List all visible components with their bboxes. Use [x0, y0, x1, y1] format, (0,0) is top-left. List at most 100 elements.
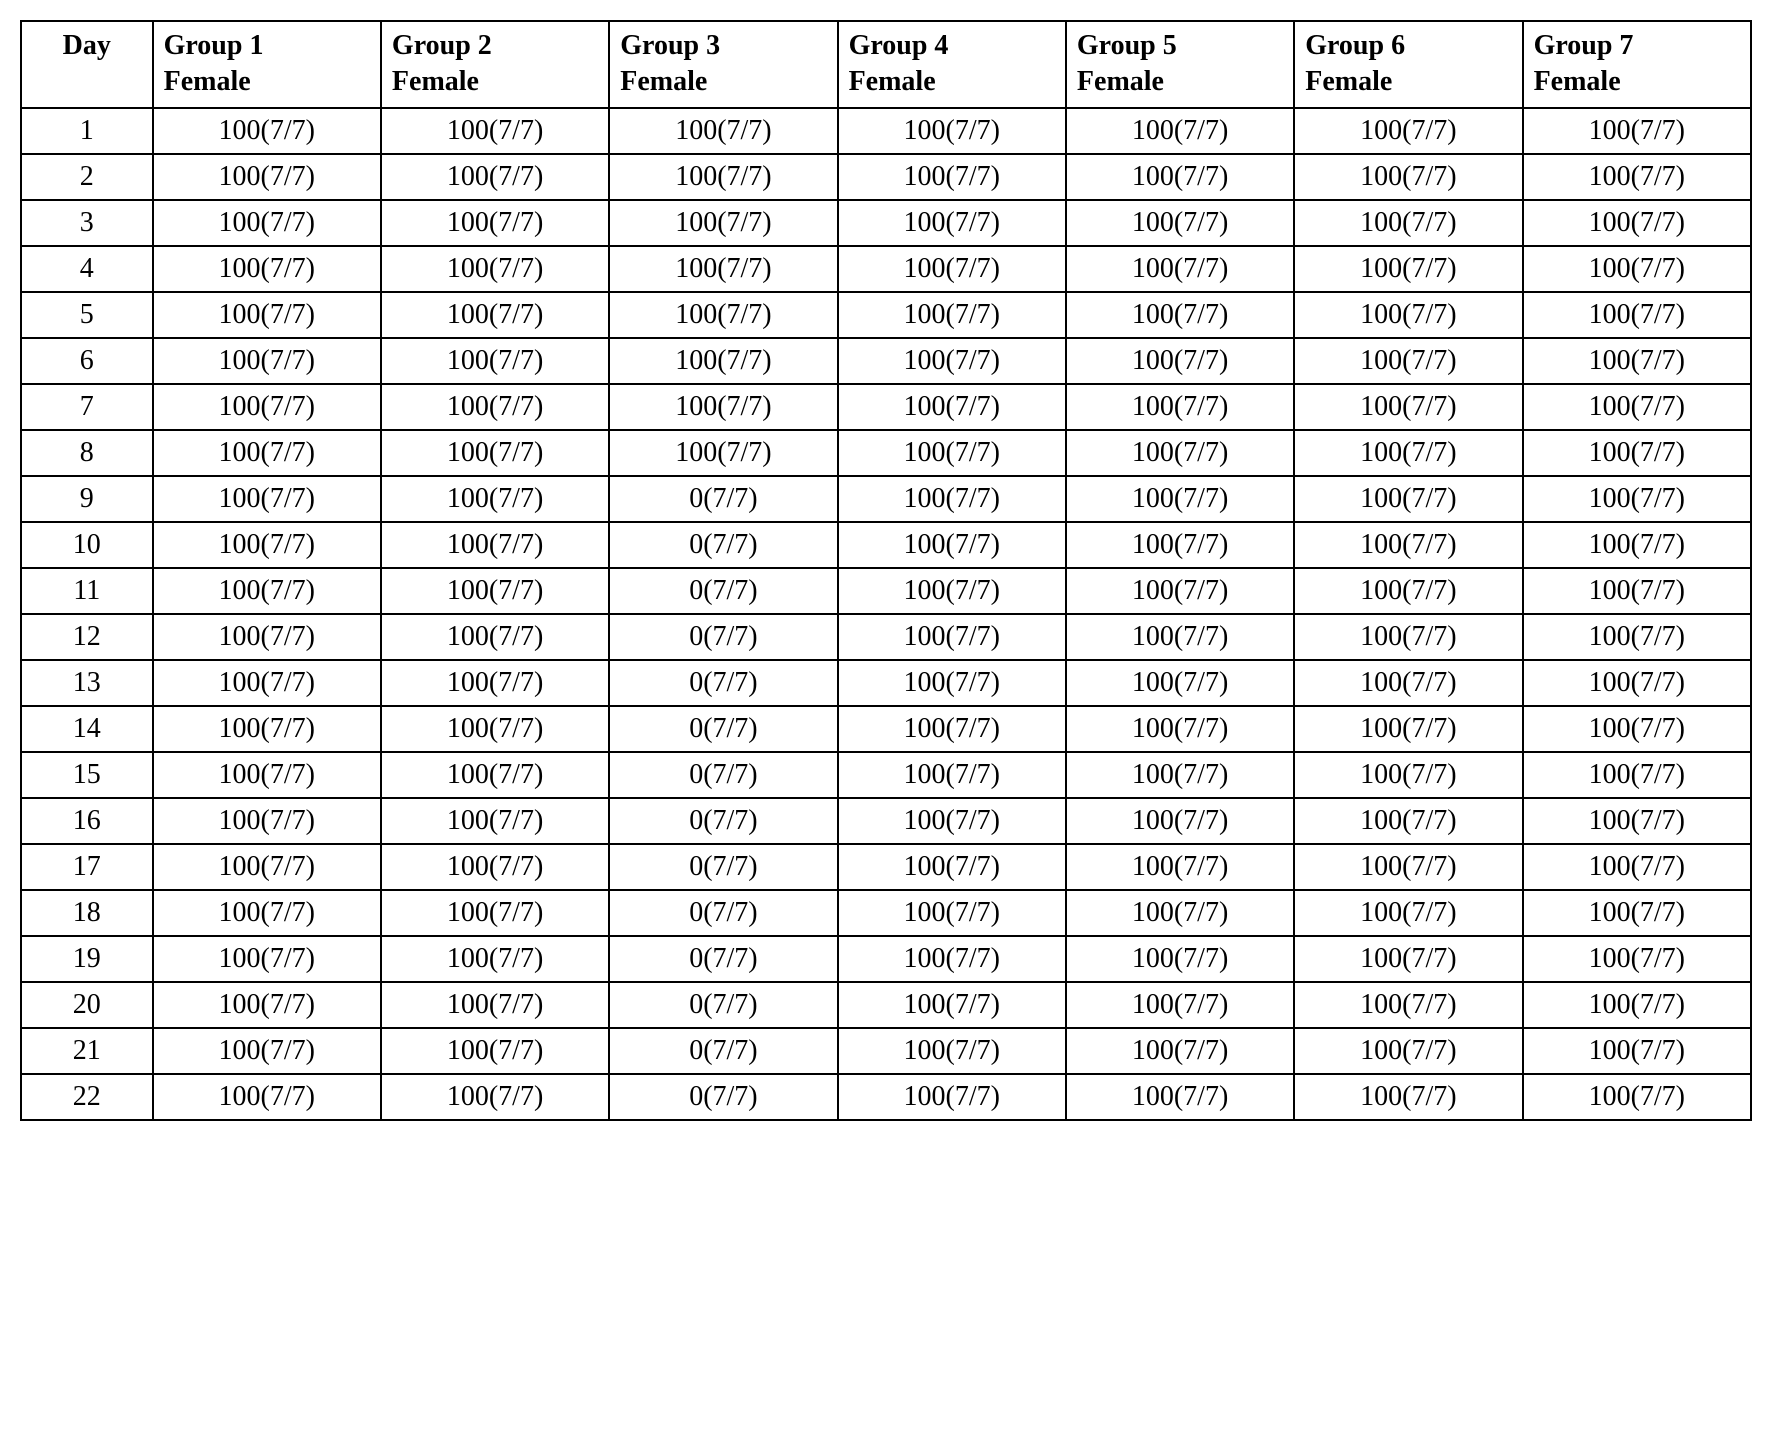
table-row: 19100(7/7)100(7/7)0(7/7)100(7/7)100(7/7)…: [21, 936, 1751, 982]
table-row: 8100(7/7)100(7/7)100(7/7)100(7/7)100(7/7…: [21, 430, 1751, 476]
cell-g3: 100(7/7): [609, 200, 837, 246]
cell-g4: 100(7/7): [838, 338, 1066, 384]
cell-g5: 100(7/7): [1066, 154, 1294, 200]
cell-g7: 100(7/7): [1523, 292, 1751, 338]
cell-g1: 100(7/7): [153, 752, 381, 798]
cell-g4: 100(7/7): [838, 430, 1066, 476]
cell-g2: 100(7/7): [381, 292, 609, 338]
col-header-g1f: Group 1Female: [153, 21, 381, 108]
cell-g3: 0(7/7): [609, 982, 837, 1028]
cell-g4: 100(7/7): [838, 522, 1066, 568]
cell-g3: 0(7/7): [609, 706, 837, 752]
table-row: 14100(7/7)100(7/7)0(7/7)100(7/7)100(7/7)…: [21, 706, 1751, 752]
cell-g3: 100(7/7): [609, 338, 837, 384]
cell-g3: 0(7/7): [609, 798, 837, 844]
cell-g4: 100(7/7): [838, 752, 1066, 798]
cell-g6: 100(7/7): [1294, 982, 1522, 1028]
col-header-g5f: Group 5Female: [1066, 21, 1294, 108]
cell-day: 22: [21, 1074, 153, 1120]
cell-g6: 100(7/7): [1294, 246, 1522, 292]
cell-g3: 100(7/7): [609, 430, 837, 476]
cell-g5: 100(7/7): [1066, 798, 1294, 844]
cell-g2: 100(7/7): [381, 522, 609, 568]
cell-g6: 100(7/7): [1294, 936, 1522, 982]
cell-g5: 100(7/7): [1066, 568, 1294, 614]
col-header-g4f: Group 4Female: [838, 21, 1066, 108]
cell-g6: 100(7/7): [1294, 752, 1522, 798]
cell-g3: 0(7/7): [609, 660, 837, 706]
cell-g4: 100(7/7): [838, 706, 1066, 752]
table-row: 7100(7/7)100(7/7)100(7/7)100(7/7)100(7/7…: [21, 384, 1751, 430]
cell-g7: 100(7/7): [1523, 1074, 1751, 1120]
cell-g1: 100(7/7): [153, 982, 381, 1028]
cell-g1: 100(7/7): [153, 522, 381, 568]
cell-g1: 100(7/7): [153, 890, 381, 936]
cell-g1: 100(7/7): [153, 200, 381, 246]
cell-g3: 0(7/7): [609, 568, 837, 614]
cell-g6: 100(7/7): [1294, 200, 1522, 246]
cell-g5: 100(7/7): [1066, 982, 1294, 1028]
cell-g5: 100(7/7): [1066, 1074, 1294, 1120]
cell-g6: 100(7/7): [1294, 108, 1522, 154]
cell-g3: 100(7/7): [609, 108, 837, 154]
cell-g7: 100(7/7): [1523, 844, 1751, 890]
cell-g4: 100(7/7): [838, 890, 1066, 936]
cell-g7: 100(7/7): [1523, 890, 1751, 936]
cell-g1: 100(7/7): [153, 706, 381, 752]
cell-g6: 100(7/7): [1294, 430, 1522, 476]
cell-g1: 100(7/7): [153, 798, 381, 844]
cell-g2: 100(7/7): [381, 1028, 609, 1074]
cell-g4: 100(7/7): [838, 798, 1066, 844]
cell-g6: 100(7/7): [1294, 522, 1522, 568]
cell-g6: 100(7/7): [1294, 476, 1522, 522]
cell-g1: 100(7/7): [153, 936, 381, 982]
cell-g6: 100(7/7): [1294, 1028, 1522, 1074]
cell-g2: 100(7/7): [381, 568, 609, 614]
cell-g6: 100(7/7): [1294, 384, 1522, 430]
cell-g5: 100(7/7): [1066, 476, 1294, 522]
cell-g6: 100(7/7): [1294, 844, 1522, 890]
cell-g1: 100(7/7): [153, 844, 381, 890]
cell-day: 14: [21, 706, 153, 752]
cell-g2: 100(7/7): [381, 338, 609, 384]
cell-g3: 0(7/7): [609, 614, 837, 660]
cell-day: 8: [21, 430, 153, 476]
cell-g6: 100(7/7): [1294, 568, 1522, 614]
cell-g4: 100(7/7): [838, 384, 1066, 430]
cell-g5: 100(7/7): [1066, 292, 1294, 338]
cell-day: 15: [21, 752, 153, 798]
cell-day: 4: [21, 246, 153, 292]
cell-g3: 100(7/7): [609, 292, 837, 338]
cell-day: 6: [21, 338, 153, 384]
col-header-day: Day: [21, 21, 153, 108]
cell-g4: 100(7/7): [838, 476, 1066, 522]
table-row: 16100(7/7)100(7/7)0(7/7)100(7/7)100(7/7)…: [21, 798, 1751, 844]
cell-g7: 100(7/7): [1523, 936, 1751, 982]
cell-g5: 100(7/7): [1066, 1028, 1294, 1074]
cell-g3: 0(7/7): [609, 844, 837, 890]
cell-day: 21: [21, 1028, 153, 1074]
table-row: 12100(7/7)100(7/7)0(7/7)100(7/7)100(7/7)…: [21, 614, 1751, 660]
cell-g4: 100(7/7): [838, 1028, 1066, 1074]
cell-g1: 100(7/7): [153, 614, 381, 660]
table-row: 3100(7/7)100(7/7)100(7/7)100(7/7)100(7/7…: [21, 200, 1751, 246]
cell-g5: 100(7/7): [1066, 522, 1294, 568]
table-row: 13100(7/7)100(7/7)0(7/7)100(7/7)100(7/7)…: [21, 660, 1751, 706]
cell-g3: 100(7/7): [609, 246, 837, 292]
cell-g4: 100(7/7): [838, 108, 1066, 154]
cell-g7: 100(7/7): [1523, 522, 1751, 568]
cell-g7: 100(7/7): [1523, 108, 1751, 154]
cell-g3: 0(7/7): [609, 752, 837, 798]
cell-g2: 100(7/7): [381, 890, 609, 936]
table-row: 9100(7/7)100(7/7)0(7/7)100(7/7)100(7/7)1…: [21, 476, 1751, 522]
cell-g1: 100(7/7): [153, 154, 381, 200]
cell-day: 12: [21, 614, 153, 660]
cell-day: 7: [21, 384, 153, 430]
table-row: 5100(7/7)100(7/7)100(7/7)100(7/7)100(7/7…: [21, 292, 1751, 338]
cell-g7: 100(7/7): [1523, 246, 1751, 292]
cell-g7: 100(7/7): [1523, 614, 1751, 660]
cell-g4: 100(7/7): [838, 154, 1066, 200]
table-row: 21100(7/7)100(7/7)0(7/7)100(7/7)100(7/7)…: [21, 1028, 1751, 1074]
cell-g7: 100(7/7): [1523, 982, 1751, 1028]
cell-g3: 100(7/7): [609, 384, 837, 430]
